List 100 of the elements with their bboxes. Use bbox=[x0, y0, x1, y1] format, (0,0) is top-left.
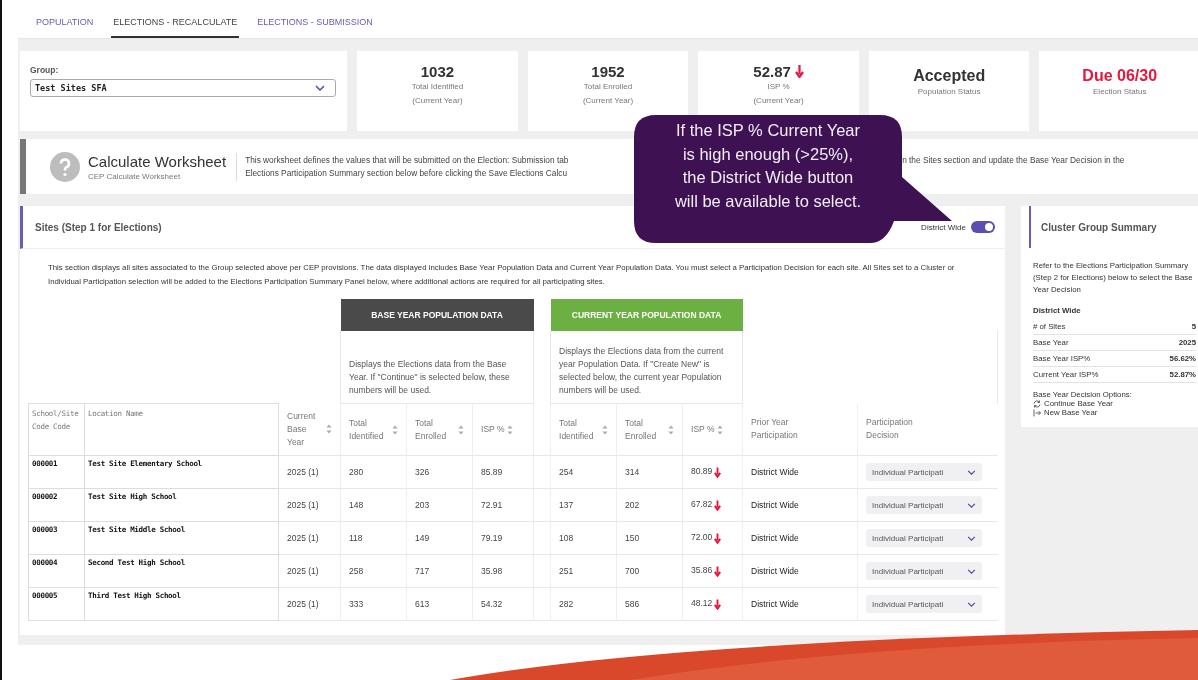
table-cell: 251 bbox=[559, 566, 574, 576]
table-cell: 258 bbox=[349, 566, 364, 576]
table-cell: 149 bbox=[415, 533, 430, 543]
group-select[interactable]: Test Sites SFA bbox=[30, 79, 336, 97]
arrow-right-icon bbox=[1033, 408, 1041, 417]
table-cell: 35.98 bbox=[481, 566, 503, 576]
table-cell: 717 bbox=[415, 566, 430, 576]
table-cell: 613 bbox=[415, 599, 430, 609]
stat-label: Election Status bbox=[1093, 86, 1147, 98]
stat-value: Accepted bbox=[913, 66, 986, 85]
table-cell: 108 bbox=[559, 533, 574, 543]
group-note: Displays the Elections data from the Base Year. If "Continue" is selected below, these numbers will be used. bbox=[349, 359, 510, 395]
table-cell: District Wide bbox=[751, 566, 799, 576]
stat-value: 1952 bbox=[591, 63, 625, 80]
table-cell: 54.32 bbox=[481, 599, 503, 609]
sort-icon[interactable] bbox=[602, 424, 608, 435]
table-cell: District Wide bbox=[751, 599, 799, 609]
worksheet-description: This worksheet defines the values that will be submitted on the Election: Submission tab bbox=[245, 155, 570, 165]
table-cell: 72.91 bbox=[481, 500, 503, 510]
decision-select[interactable]: Individual Participati bbox=[866, 496, 983, 514]
tab[interactable]: ELECTIONS - RECALCULATE bbox=[111, 8, 240, 38]
chevron-down-icon bbox=[315, 85, 325, 91]
column-header[interactable]: Total Enrolled bbox=[415, 416, 464, 443]
help-icon bbox=[50, 151, 80, 182]
table-cell: 72.00 bbox=[691, 532, 713, 543]
chevron-down-icon bbox=[967, 469, 977, 475]
group-note: Displays the Elections data from the current year Population Data. If "Create New" is selected below, the current year Population numbers will be used. bbox=[559, 346, 724, 395]
stat-value: 1032 bbox=[420, 63, 455, 80]
worksheet-description: n the Sites section and update the Base Year Decision in the bbox=[902, 155, 1125, 165]
toggle-label: District Wide bbox=[921, 222, 966, 232]
chevron-down-icon bbox=[967, 568, 977, 574]
table-cell: 148 bbox=[349, 500, 364, 510]
table-cell: District Wide bbox=[751, 500, 799, 510]
sort-icon[interactable] bbox=[507, 424, 514, 435]
table-cell: 35.86 bbox=[691, 565, 713, 576]
table-cell: 79.19 bbox=[481, 533, 503, 543]
sort-icon[interactable] bbox=[458, 424, 464, 435]
column-header[interactable]: Total Identified bbox=[559, 416, 608, 443]
tab[interactable]: ELECTIONS - SUBMISSION bbox=[255, 8, 375, 38]
table-cell: 2025 (1) bbox=[287, 500, 319, 510]
table-cell: 326 bbox=[415, 467, 430, 477]
table-cell: 80.89 bbox=[691, 466, 713, 477]
table-cell: 280 bbox=[349, 467, 364, 477]
chevron-down-icon bbox=[967, 502, 977, 508]
sort-icon[interactable] bbox=[326, 424, 332, 435]
table-cell: 85.89 bbox=[481, 467, 503, 477]
stat-value: Due 06/30 bbox=[1082, 66, 1158, 85]
column-header[interactable]: ISP % bbox=[481, 423, 514, 436]
table-cell: District Wide bbox=[751, 467, 799, 477]
column-header[interactable]: Prior Year Participation bbox=[751, 416, 800, 443]
column-header[interactable]: ISP % bbox=[691, 423, 724, 436]
table-cell: 67.82 bbox=[691, 499, 713, 510]
tab[interactable]: POPULATION bbox=[34, 8, 96, 38]
worksheet-title: Calculate Worksheet bbox=[88, 152, 227, 170]
table-cell: 314 bbox=[625, 467, 640, 477]
table-cell: 202 bbox=[625, 500, 640, 510]
table-cell: 150 bbox=[625, 533, 640, 543]
column-header[interactable]: Total Identified bbox=[349, 416, 398, 443]
stat-label: Total Identified bbox=[411, 81, 464, 93]
table-cell: District Wide bbox=[751, 533, 799, 543]
stat-sublabel: (Current Year) bbox=[412, 95, 463, 107]
table-cell: 203 bbox=[415, 500, 430, 510]
table-cell: 2025 (1) bbox=[287, 533, 319, 543]
table-cell: 2025 (1) bbox=[287, 599, 319, 609]
column-header[interactable]: Participation Decision bbox=[866, 416, 915, 443]
stat-label: Population Status bbox=[917, 86, 981, 98]
group-header: BASE YEAR POPULATION DATA bbox=[340, 299, 534, 331]
group-label: Group: bbox=[30, 65, 60, 75]
table-cell: 700 bbox=[625, 566, 640, 576]
decision-select[interactable]: Individual Participati bbox=[866, 562, 983, 580]
decision-select[interactable]: Individual Participati bbox=[866, 463, 983, 481]
group-header: CURRENT YEAR POPULATION DATA bbox=[550, 299, 743, 331]
stat-label: Total Enrolled bbox=[583, 81, 633, 93]
worksheet-subtitle: CEP Calculate Worksheet bbox=[88, 171, 182, 181]
table-cell: 118 bbox=[349, 533, 363, 543]
chevron-down-icon bbox=[967, 535, 977, 541]
stat-sublabel: (Current Year) bbox=[753, 95, 804, 107]
sort-icon[interactable] bbox=[668, 424, 674, 435]
table-cell: 137 bbox=[559, 500, 574, 510]
worksheet-description: Elections Participation Summary section below before clicking the Save Elections Calcu bbox=[245, 168, 568, 178]
stat-label: ISP % bbox=[767, 81, 790, 93]
table-cell: 254 bbox=[559, 467, 574, 477]
sort-icon[interactable] bbox=[717, 424, 724, 435]
column-header[interactable]: Current Base Year bbox=[287, 409, 332, 449]
cycle-icon bbox=[1033, 399, 1041, 408]
sort-icon[interactable] bbox=[392, 424, 398, 435]
column-header[interactable]: Total Enrolled bbox=[625, 416, 674, 443]
chevron-down-icon bbox=[967, 601, 977, 607]
panel-title: Cluster Group Summary bbox=[1041, 221, 1157, 233]
table-cell: 2025 (1) bbox=[287, 566, 319, 576]
panel-title: Sites (Step 1 for Elections) bbox=[35, 221, 162, 233]
stat-sublabel: (Current Year) bbox=[582, 95, 634, 107]
table-cell: 333 bbox=[349, 599, 364, 609]
table-cell: 2025 (1) bbox=[287, 467, 319, 477]
district-wide-toggle[interactable] bbox=[971, 221, 995, 233]
stat-value: 52.87 bbox=[753, 63, 791, 80]
table-cell: 586 bbox=[625, 599, 640, 609]
decision-select[interactable]: Individual Participati bbox=[866, 595, 983, 613]
table-cell: 282 bbox=[559, 599, 574, 609]
decision-select[interactable]: Individual Participati bbox=[866, 529, 983, 547]
